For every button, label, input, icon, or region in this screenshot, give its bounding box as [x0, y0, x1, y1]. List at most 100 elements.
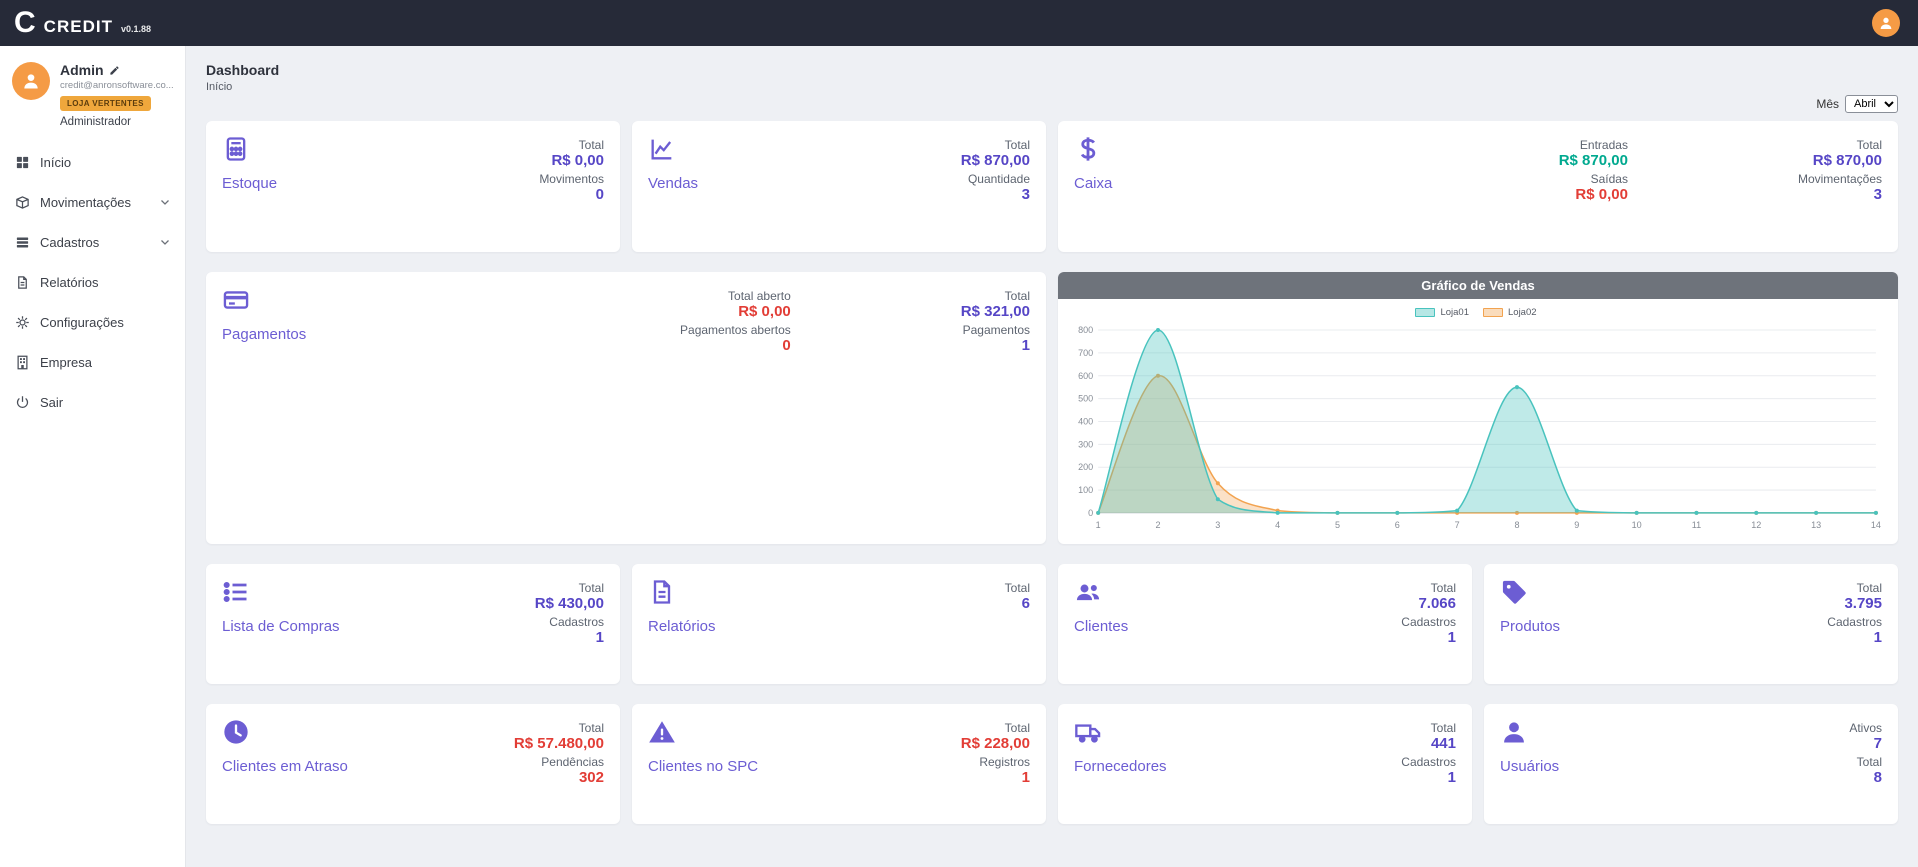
card-clientes-em-atraso[interactable]: Clientes em Atraso Total R$ 57.480,00 Pe… — [206, 704, 620, 824]
svg-text:11: 11 — [1692, 520, 1701, 530]
sidebar-item-movimentacoes[interactable]: Movimentações — [0, 182, 185, 222]
stat-label: Registros — [961, 755, 1030, 769]
card-fornecedores[interactable]: Fornecedores Total 441 Cadastros 1 — [1058, 704, 1472, 824]
users-icon — [1074, 578, 1104, 608]
sidebar-item-configuracoes[interactable]: Configurações — [0, 302, 185, 342]
stat-label: Total — [1798, 138, 1882, 152]
svg-text:14: 14 — [1871, 520, 1881, 530]
sidebar-item-cadastros[interactable]: Cadastros — [0, 222, 185, 262]
chart-line-icon — [648, 135, 678, 165]
svg-text:5: 5 — [1335, 520, 1340, 530]
stat-label: Total — [961, 138, 1030, 152]
sidebar-item-empresa[interactable]: Empresa — [0, 342, 185, 382]
sidebar-item-label: Relatórios — [40, 275, 171, 290]
stat-label: Saídas — [1559, 172, 1628, 186]
sales-area-chart: 0100200300400500600700800123456789101112… — [1064, 322, 1888, 535]
card-title: Pagamentos — [222, 326, 306, 343]
card-title: Lista de Compras — [222, 618, 340, 635]
stat-value: 1 — [535, 629, 604, 646]
svg-text:13: 13 — [1811, 520, 1821, 530]
svg-text:9: 9 — [1574, 520, 1579, 530]
sidebar-item-label: Movimentações — [40, 195, 149, 210]
main-content: Dashboard Início Mês Abril Estoque Total… — [186, 46, 1918, 867]
stat-label: Cadastros — [1401, 755, 1456, 769]
card-lista-de-compras[interactable]: Lista de Compras Total R$ 430,00 Cadastr… — [206, 564, 620, 684]
month-select[interactable]: Abril — [1845, 95, 1898, 113]
card-clientes[interactable]: Clientes Total 7.066 Cadastros 1 — [1058, 564, 1472, 684]
stat-label: Total aberto — [680, 289, 791, 303]
calculator-icon — [222, 135, 252, 165]
stat-label: Entradas — [1559, 138, 1628, 152]
card-vendas[interactable]: Vendas Total R$ 870,00 Quantidade 3 — [632, 121, 1046, 252]
stat-label: Total — [514, 721, 604, 735]
svg-text:600: 600 — [1078, 371, 1093, 381]
power-icon — [14, 394, 30, 410]
page-title: Dashboard — [206, 62, 1898, 78]
sidebar-item-inicio[interactable]: Início — [0, 142, 185, 182]
stat-label: Ativos — [1849, 721, 1882, 735]
user-icon — [1500, 718, 1530, 748]
legend-label: Loja01 — [1440, 307, 1469, 318]
stat-label: Total — [539, 138, 604, 152]
profile-name: Admin — [60, 62, 104, 78]
store-badge: LOJA VERTENTES — [60, 96, 151, 111]
svg-text:100: 100 — [1078, 485, 1093, 495]
card-title: Clientes — [1074, 618, 1128, 635]
sidebar-item-sair[interactable]: Sair — [0, 382, 185, 422]
card-pagamentos[interactable]: Pagamentos Total aberto R$ 0,00 Pagament… — [206, 272, 1046, 544]
grid-icon — [14, 154, 30, 170]
sidebar-item-label: Sair — [40, 395, 171, 410]
svg-text:500: 500 — [1078, 394, 1093, 404]
stat-label: Total — [1827, 581, 1882, 595]
chart-title: Gráfico de Vendas — [1058, 272, 1898, 299]
svg-text:6: 6 — [1395, 520, 1400, 530]
clock-icon — [222, 718, 252, 748]
svg-text:7: 7 — [1455, 520, 1460, 530]
chevron-down-icon — [159, 196, 171, 208]
stat-value: 1 — [1401, 629, 1456, 646]
app-name: CREDIT — [44, 17, 113, 37]
building-icon — [14, 354, 30, 370]
edit-pencil-icon[interactable] — [109, 65, 120, 76]
sales-chart-panel: Gráfico de Vendas Loja01 Loja02 01002003… — [1058, 272, 1898, 544]
stat-value: 0 — [539, 186, 604, 203]
dollar-icon — [1074, 135, 1104, 165]
stat-value: R$ 870,00 — [1798, 152, 1882, 169]
stat-value: R$ 0,00 — [680, 303, 791, 320]
breadcrumb: Início — [206, 81, 1898, 93]
stat-label: Cadastros — [1827, 615, 1882, 629]
stat-value: R$ 0,00 — [1559, 186, 1628, 203]
layers-icon — [14, 234, 30, 250]
chart-legend: Loja01 Loja02 — [1064, 305, 1888, 322]
card-estoque[interactable]: Estoque Total R$ 0,00 Movimentos 0 — [206, 121, 620, 252]
card-relatorios[interactable]: Relatórios Total 6 — [632, 564, 1046, 684]
svg-text:200: 200 — [1078, 462, 1093, 472]
stat-label: Total — [961, 721, 1030, 735]
card-usuarios[interactable]: Usuários Ativos 7 Total 8 — [1484, 704, 1898, 824]
stat-value: R$ 870,00 — [961, 152, 1030, 169]
svg-text:700: 700 — [1078, 348, 1093, 358]
stat-value: R$ 228,00 — [961, 735, 1030, 752]
card-produtos[interactable]: Produtos Total 3.795 Cadastros 1 — [1484, 564, 1898, 684]
svg-text:300: 300 — [1078, 439, 1093, 449]
svg-text:800: 800 — [1078, 325, 1093, 335]
svg-text:1: 1 — [1096, 520, 1101, 530]
credit-card-icon — [222, 286, 252, 316]
svg-text:3: 3 — [1215, 520, 1220, 530]
app-version: v0.1.88 — [121, 24, 151, 34]
card-title: Relatórios — [648, 618, 716, 635]
gear-icon — [14, 314, 30, 330]
card-title: Fornecedores — [1074, 758, 1167, 775]
brand: C CREDIT v0.1.88 — [14, 0, 151, 46]
card-clientes-no-spc[interactable]: Clientes no SPC Total R$ 228,00 Registro… — [632, 704, 1046, 824]
card-caixa[interactable]: Caixa Entradas R$ 870,00 Saídas R$ 0,00 … — [1058, 121, 1898, 252]
legend-swatch-orange — [1483, 308, 1503, 317]
profile-email: credit@anronsoftware.co... — [60, 80, 173, 91]
stat-value: R$ 430,00 — [535, 595, 604, 612]
list-icon — [222, 578, 252, 608]
stat-value: R$ 57.480,00 — [514, 735, 604, 752]
sidebar-item-relatorios[interactable]: Relatórios — [0, 262, 185, 302]
truck-icon — [1074, 718, 1104, 748]
topbar-user-avatar[interactable] — [1872, 9, 1900, 37]
stat-label: Quantidade — [961, 172, 1030, 186]
